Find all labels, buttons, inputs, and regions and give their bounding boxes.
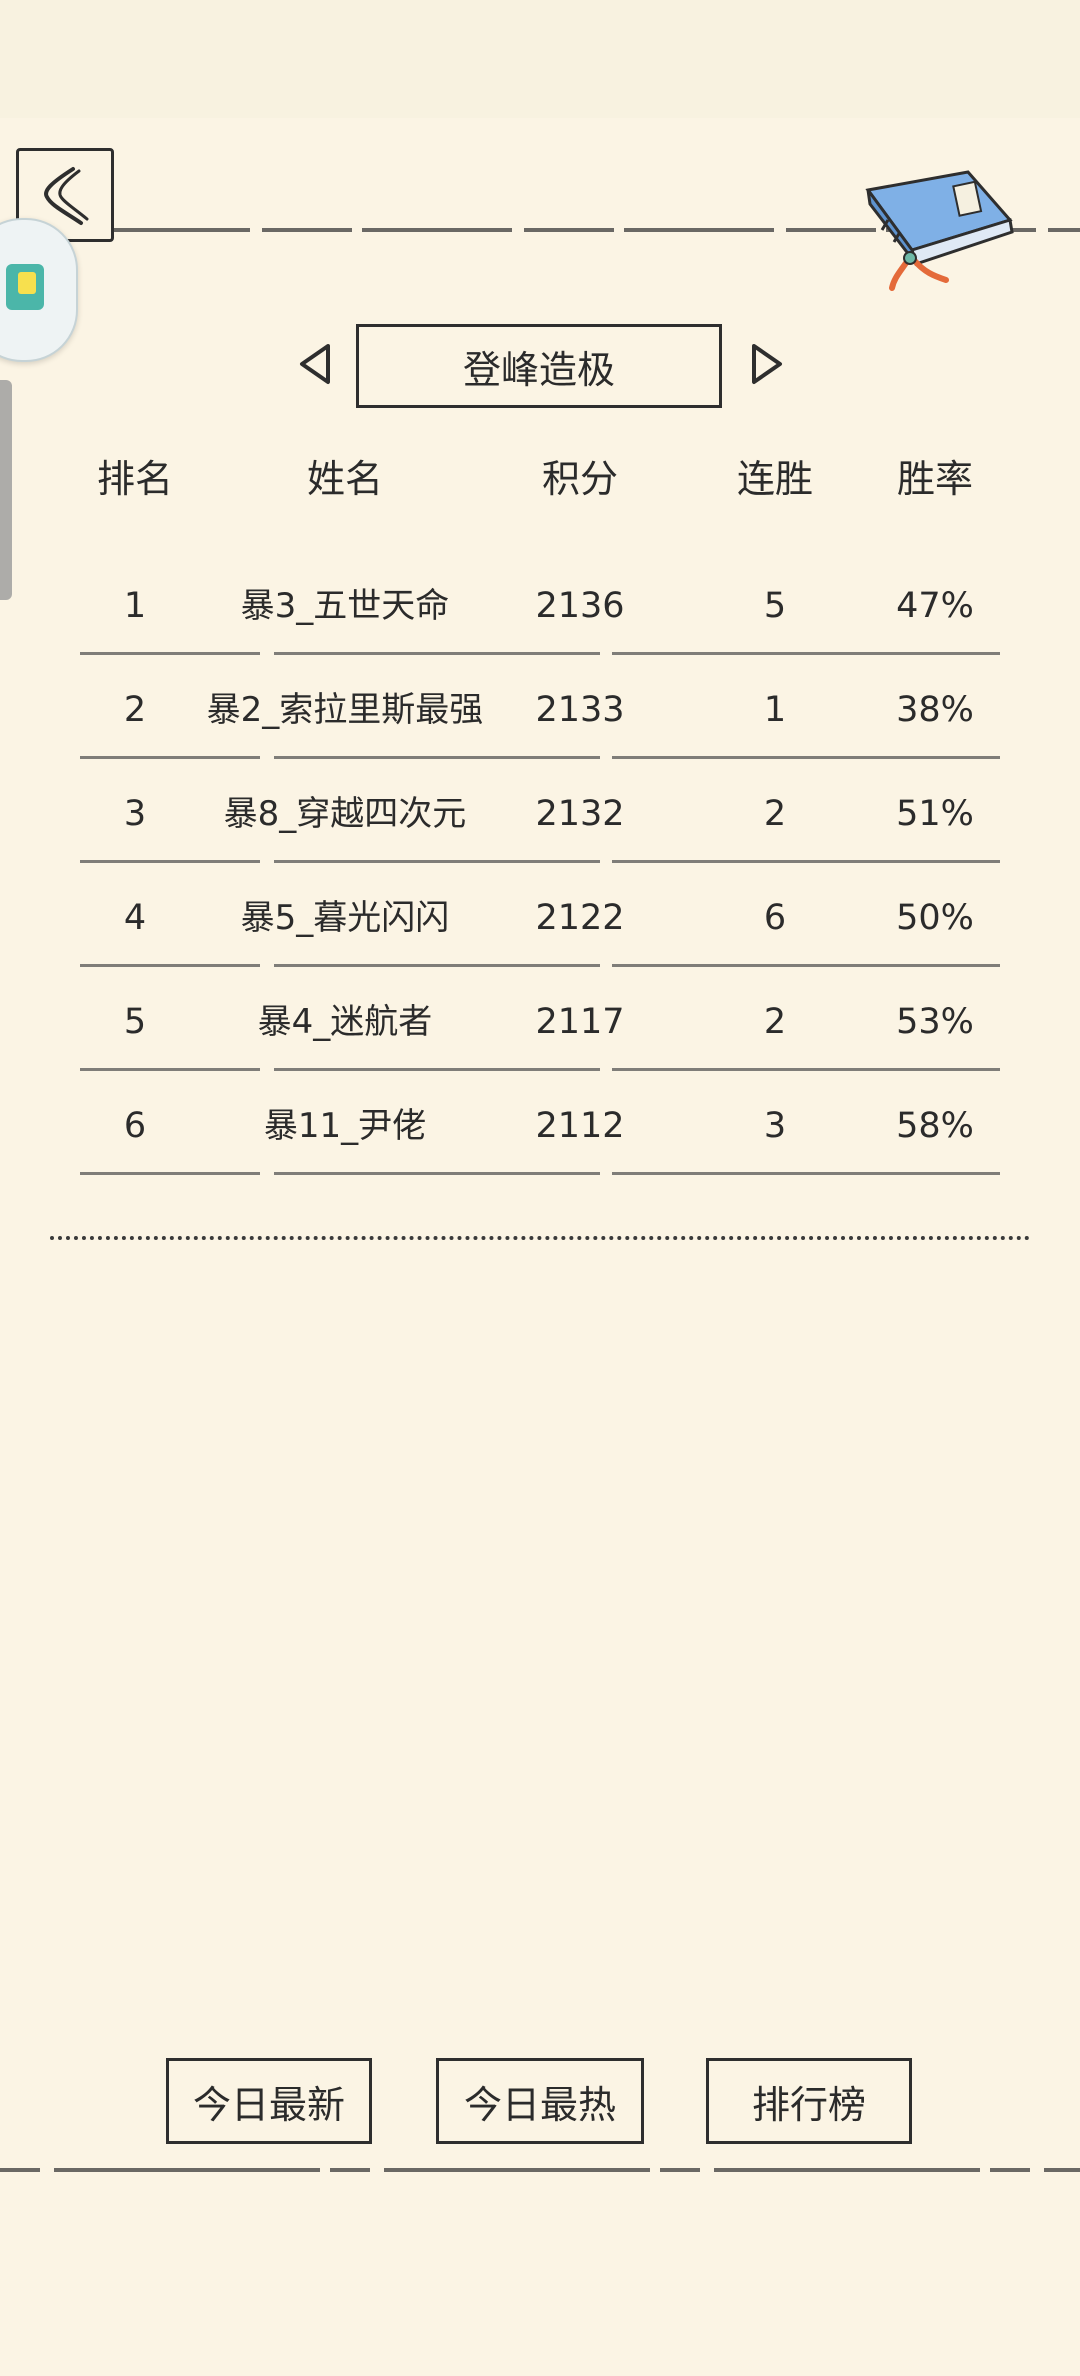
cell-score: 2136 — [535, 586, 625, 626]
row-divider — [80, 1172, 1000, 1175]
cell-name: 暴3_五世天命 — [240, 586, 450, 626]
cell-rank: 3 — [123, 794, 147, 834]
cell-rank: 1 — [123, 586, 147, 626]
cell-rate: 47% — [896, 586, 974, 626]
table-row[interactable]: 5 暴4_迷航者 2117 2 53% — [0, 970, 1080, 1074]
cell-name: 暴4_迷航者 — [257, 1002, 433, 1042]
cell-streak: 6 — [763, 898, 787, 938]
header-rank: 排名 — [96, 457, 173, 501]
cell-score: 2132 — [535, 794, 625, 834]
bottom-nav: 今日最新 今日最热 排行榜 — [0, 2058, 1080, 2158]
header-name: 姓名 — [306, 457, 383, 501]
cell-rank: 5 — [123, 1002, 147, 1042]
table-row[interactable]: 1 暴3_五世天命 2136 5 47% — [0, 554, 1080, 658]
table-row[interactable]: 4 暴5_暮光闪闪 2122 6 50% — [0, 866, 1080, 970]
cell-rank: 2 — [123, 690, 147, 730]
cell-name: 暴2_索拉里斯最强 — [206, 690, 484, 730]
row-divider — [80, 756, 1000, 759]
cell-name: 暴5_暮光闪闪 — [240, 898, 450, 938]
triangle-left-icon[interactable] — [296, 342, 336, 386]
table-row[interactable]: 2 暴2_索拉里斯最强 2133 1 38% — [0, 658, 1080, 762]
today-hot-button[interactable]: 今日最热 — [436, 2058, 644, 2144]
cell-rate: 38% — [896, 690, 974, 730]
cell-rate: 58% — [896, 1106, 974, 1146]
row-divider — [80, 1068, 1000, 1071]
status-bar-area — [0, 0, 1080, 118]
category-selector: 登峰造极 — [0, 324, 1080, 414]
book-scroll-icon[interactable] — [848, 160, 1020, 292]
dotted-divider — [50, 1236, 1030, 1240]
cell-streak: 1 — [763, 690, 787, 730]
cell-streak: 5 — [763, 586, 787, 626]
cell-streak: 2 — [763, 794, 787, 834]
assistant-cube-face-icon — [18, 272, 36, 294]
today-latest-button[interactable]: 今日最新 — [166, 2058, 372, 2144]
table-row[interactable]: 6 暴11_尹佬 2112 3 58% — [0, 1074, 1080, 1178]
cell-rank: 6 — [123, 1106, 147, 1146]
cell-score: 2112 — [535, 1106, 625, 1146]
header-rate: 胜率 — [896, 457, 973, 501]
cell-streak: 3 — [763, 1106, 787, 1146]
cell-name: 暴8_穿越四次元 — [223, 794, 467, 834]
cell-streak: 2 — [763, 1002, 787, 1042]
cell-rate: 53% — [896, 1002, 974, 1042]
row-divider — [80, 652, 1000, 655]
cell-score: 2122 — [535, 898, 625, 938]
leaderboard-button[interactable]: 排行榜 — [706, 2058, 912, 2144]
row-divider — [80, 860, 1000, 863]
header-streak: 连胜 — [736, 457, 813, 501]
cell-score: 2133 — [535, 690, 625, 730]
category-title: 登峰造极 — [356, 324, 722, 408]
table-row[interactable]: 3 暴8_穿越四次元 2132 2 51% — [0, 762, 1080, 866]
triangle-right-icon[interactable] — [746, 342, 786, 386]
footer-divider — [0, 2168, 1080, 2172]
header-score: 积分 — [541, 457, 618, 501]
cell-score: 2117 — [535, 1002, 625, 1042]
cell-rate: 50% — [896, 898, 974, 938]
cell-rank: 4 — [123, 898, 147, 938]
cell-name: 暴11_尹佬 — [263, 1106, 427, 1146]
row-divider — [80, 964, 1000, 967]
cell-rate: 51% — [896, 794, 974, 834]
